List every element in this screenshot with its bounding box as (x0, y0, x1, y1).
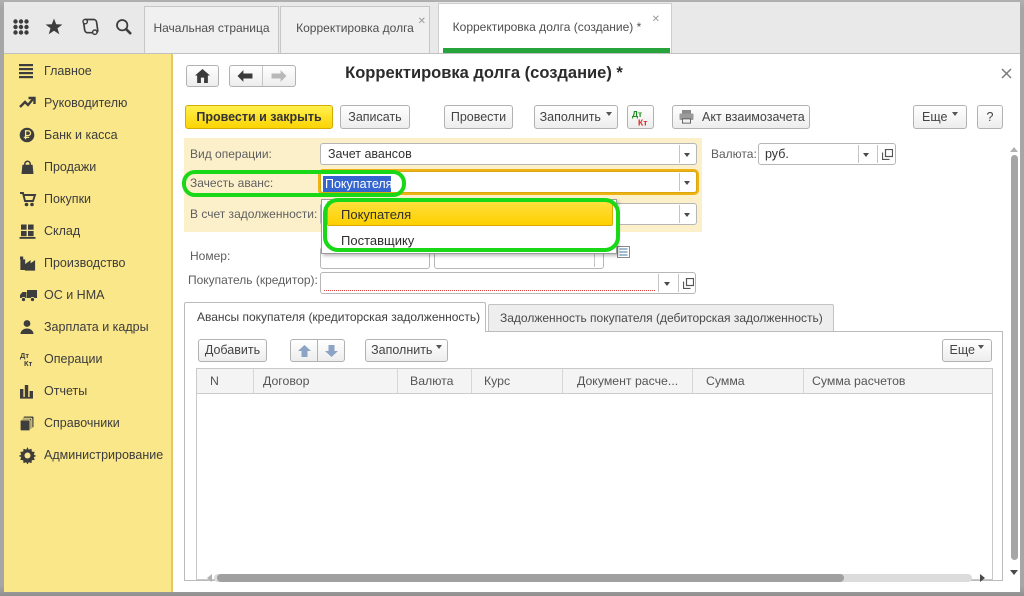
svg-text:Кт: Кт (24, 359, 33, 367)
svg-text:Кт: Кт (638, 118, 647, 128)
